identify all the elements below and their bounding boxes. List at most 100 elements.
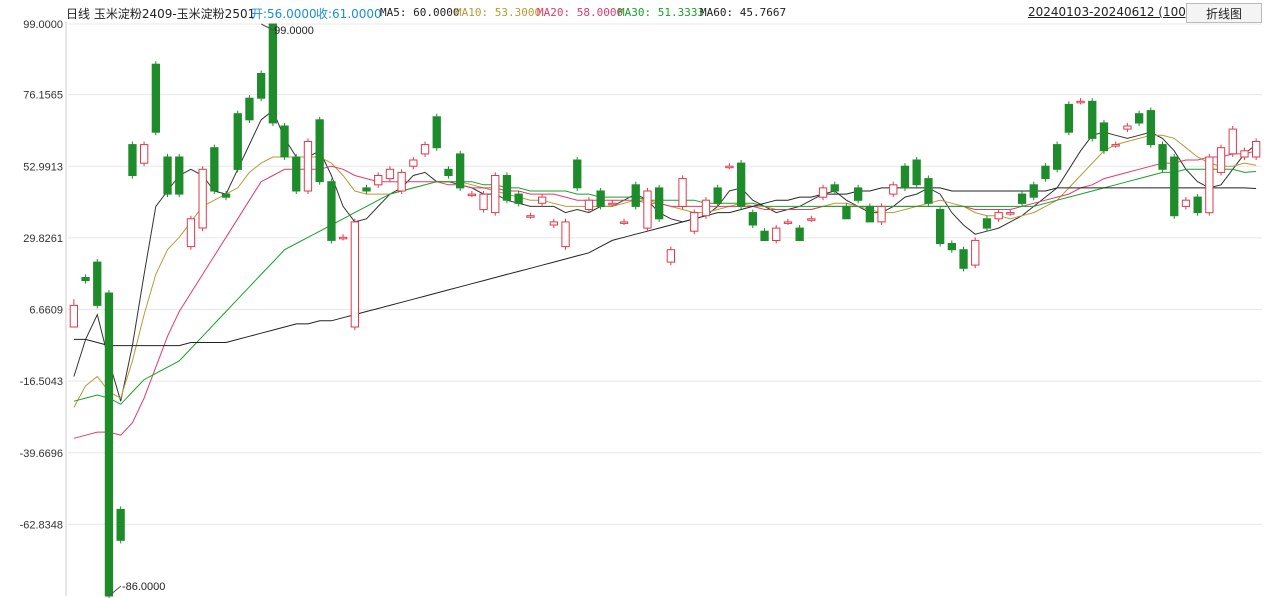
candle bbox=[596, 187, 605, 210]
candle bbox=[1064, 101, 1073, 136]
candle bbox=[936, 206, 945, 247]
candle-body-down bbox=[233, 113, 242, 170]
candle bbox=[889, 181, 898, 198]
candle-body-up bbox=[538, 196, 547, 204]
candle-body-up bbox=[385, 168, 395, 180]
candle bbox=[760, 228, 769, 241]
candle-body-down bbox=[631, 184, 640, 207]
candle bbox=[1076, 98, 1085, 105]
candle bbox=[947, 240, 957, 253]
candle bbox=[900, 163, 910, 191]
candle bbox=[1111, 141, 1120, 148]
candle bbox=[1135, 110, 1144, 127]
candle-body-up bbox=[666, 249, 676, 263]
candle-body-down bbox=[292, 156, 301, 192]
candle-body-down bbox=[982, 218, 992, 229]
candle bbox=[737, 160, 746, 210]
candle-body-up bbox=[1216, 147, 1226, 173]
candle-body-down bbox=[175, 156, 184, 195]
extreme-value-label: -86.0000 bbox=[122, 581, 165, 593]
candle-body-down bbox=[268, 23, 278, 124]
candle-body-down bbox=[737, 162, 746, 207]
candle-body-down bbox=[432, 116, 441, 149]
candle-body-up bbox=[889, 184, 898, 195]
y-tick-label: 99.0000 bbox=[23, 19, 63, 31]
candle-body-down bbox=[959, 249, 968, 269]
candle bbox=[643, 187, 652, 232]
candle-body-down bbox=[795, 227, 804, 242]
candle-body-up bbox=[1181, 199, 1191, 207]
candle bbox=[842, 203, 851, 220]
candle-body-down bbox=[573, 159, 582, 189]
candle bbox=[701, 197, 711, 219]
candle-body-up bbox=[374, 175, 383, 186]
candle bbox=[257, 70, 266, 102]
candle-body-down bbox=[151, 63, 160, 133]
candle-body-up bbox=[1205, 156, 1214, 214]
candle-body-down bbox=[502, 175, 512, 201]
candle-body-down bbox=[947, 243, 957, 251]
candle bbox=[1041, 163, 1050, 182]
candle-body-up bbox=[1076, 100, 1085, 104]
candle-body-down bbox=[327, 181, 336, 241]
candle-body-up bbox=[526, 215, 535, 218]
candle bbox=[81, 274, 90, 284]
candle bbox=[339, 234, 348, 241]
candle-body-down bbox=[900, 165, 910, 189]
candle bbox=[268, 23, 278, 127]
candle bbox=[1123, 122, 1132, 133]
candle bbox=[432, 113, 441, 151]
y-tick-label: 6.6609 bbox=[29, 305, 63, 317]
candle-body-down bbox=[912, 159, 921, 186]
candle-body-up bbox=[1228, 128, 1237, 155]
candle bbox=[233, 110, 242, 173]
candle-body-down bbox=[865, 205, 875, 223]
candle bbox=[783, 218, 793, 225]
candle bbox=[725, 163, 734, 170]
candle bbox=[1240, 147, 1249, 161]
candle bbox=[561, 218, 570, 250]
candle bbox=[807, 215, 816, 222]
candle bbox=[116, 506, 125, 544]
candle bbox=[502, 172, 512, 204]
candle-body-down bbox=[1193, 196, 1202, 214]
candle-body-down bbox=[1053, 144, 1062, 170]
candle-body-up bbox=[772, 227, 781, 242]
candle bbox=[292, 153, 301, 195]
candle-body-down bbox=[748, 212, 758, 226]
y-tick-label: 29.8261 bbox=[23, 233, 63, 245]
y-tick-label: 52.9913 bbox=[23, 161, 63, 173]
candle bbox=[795, 224, 804, 242]
candle bbox=[549, 218, 559, 229]
candle bbox=[573, 156, 582, 191]
candle-body-down bbox=[596, 190, 605, 207]
candle bbox=[397, 169, 406, 195]
candle-body-down bbox=[1170, 156, 1179, 217]
candle bbox=[971, 237, 980, 269]
candle-body-up bbox=[690, 212, 699, 232]
candle-body-up bbox=[561, 221, 570, 248]
candle-body-down bbox=[830, 184, 839, 192]
candle-body-down bbox=[163, 156, 172, 195]
candle bbox=[854, 184, 863, 204]
candle bbox=[315, 116, 324, 185]
candle bbox=[409, 156, 418, 170]
candle bbox=[140, 141, 149, 167]
candle bbox=[1017, 190, 1027, 207]
candle-body-down bbox=[854, 187, 863, 201]
candle bbox=[456, 150, 465, 191]
candle bbox=[994, 209, 1003, 222]
candle bbox=[538, 194, 547, 207]
candle bbox=[186, 215, 196, 250]
candle bbox=[619, 218, 629, 225]
candle bbox=[584, 197, 594, 213]
candle bbox=[303, 138, 313, 195]
candle-body-down bbox=[93, 261, 102, 306]
candle-body-down bbox=[104, 292, 114, 597]
candle-body-up bbox=[818, 187, 828, 198]
candle-body-up bbox=[467, 193, 477, 197]
candle bbox=[69, 299, 78, 328]
candle-body-down bbox=[257, 73, 266, 99]
candle bbox=[420, 141, 430, 157]
candle bbox=[631, 181, 640, 210]
